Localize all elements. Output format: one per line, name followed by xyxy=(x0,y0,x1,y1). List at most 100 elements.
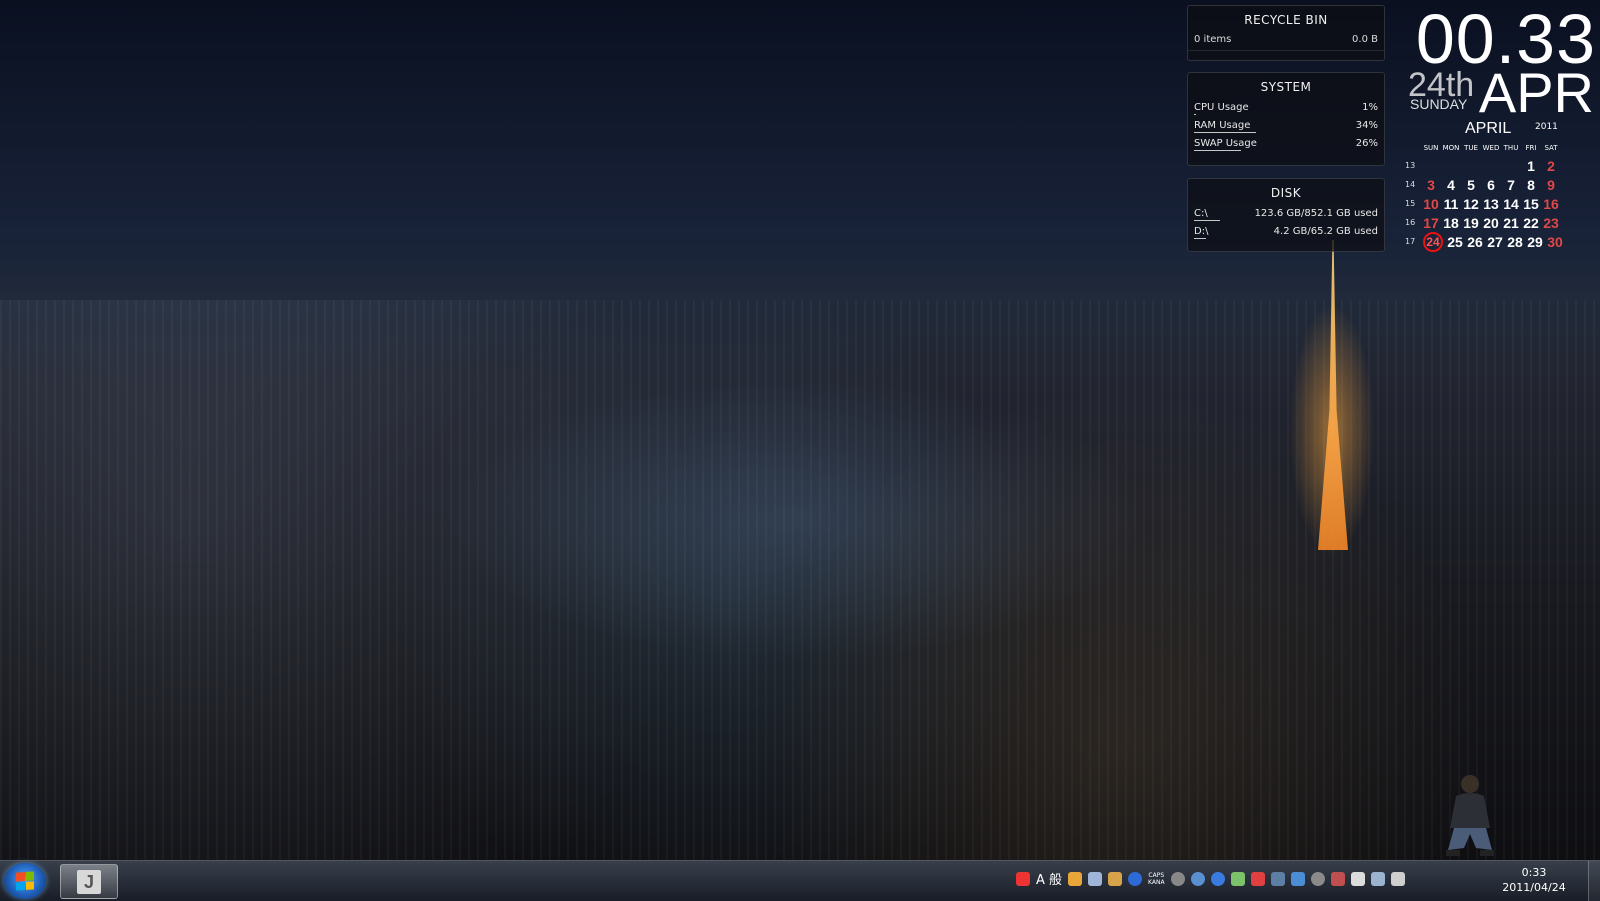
calendar-weekday: TUE xyxy=(1464,144,1478,152)
recycle-bin-size: 0.0 B xyxy=(1352,34,1378,45)
ime-tool-icon[interactable] xyxy=(1068,871,1083,886)
calendar-week-row: 15 10 11 12 13 14 15 16 xyxy=(1405,194,1565,213)
network-signal-icon[interactable] xyxy=(1370,871,1385,886)
usage-bar xyxy=(1194,150,1242,151)
system-title: SYSTEM xyxy=(1260,80,1312,94)
ime-mode-indicator[interactable]: A 般 xyxy=(1036,869,1062,888)
calendar-weekday: WED xyxy=(1482,144,1500,152)
water-drop-icon[interactable] xyxy=(1190,871,1205,886)
help-icon[interactable] xyxy=(1128,871,1143,886)
usage-bar xyxy=(1194,132,1256,133)
disk-row-label: D:\ xyxy=(1194,226,1209,237)
calendar-day: 29 xyxy=(1527,233,1543,250)
system-row-value: 34% xyxy=(1355,120,1378,131)
calendar-day: 18 xyxy=(1443,214,1459,231)
calendar-weekday: SAT xyxy=(1544,144,1558,152)
system-row-value: 1% xyxy=(1362,102,1378,113)
disk-rows: C:\ 123.6 GB/852.1 GB used D:\ 4.2 GB/65.2 … xyxy=(1188,205,1384,241)
taskbar: J A 般 CAPS KANA 0:33 2011/04/24 xyxy=(0,860,1600,901)
recycle-bin-row: 0 items 0.0 B xyxy=(1188,32,1384,51)
system-row: CPU Usage 1% xyxy=(1188,99,1384,117)
calendar-week-number: 17 xyxy=(1405,237,1416,246)
system-row: SWAP Usage 26% xyxy=(1188,135,1384,153)
windows-logo-icon xyxy=(16,871,34,891)
calendar-week-row: 16 17 18 19 20 21 22 23 xyxy=(1405,213,1565,232)
chat-icon[interactable] xyxy=(1210,871,1225,886)
recycle-bin-items: 0 items xyxy=(1194,34,1232,45)
disk-row-label: C:\ xyxy=(1194,208,1208,219)
calendar-day: 8 xyxy=(1527,176,1535,193)
calendar-day: 27 xyxy=(1487,233,1503,250)
cat-icon[interactable] xyxy=(1170,871,1185,886)
system-row-label: SWAP Usage xyxy=(1194,138,1257,149)
calendar-day: 6 xyxy=(1487,176,1495,193)
calendar-week-row: 13 1 2 xyxy=(1405,156,1565,175)
system-row-label: RAM Usage xyxy=(1194,120,1251,131)
taskbar-time: 0:33 xyxy=(1521,866,1547,879)
calendar-day: 19 xyxy=(1463,214,1479,231)
network-tool-icon[interactable] xyxy=(1230,871,1245,886)
calendar-weekday: FRI xyxy=(1525,144,1537,152)
calendar-day: 2 xyxy=(1547,157,1555,174)
disk-usage-bar xyxy=(1194,220,1221,221)
monitor-icon[interactable] xyxy=(1270,871,1285,886)
calendar-week-number: 16 xyxy=(1405,218,1416,227)
calendar-week-number: 15 xyxy=(1405,199,1416,208)
system-widget: SYSTEM CPU Usage 1% RAM Usage 34% SWAP Usage… xyxy=(1187,72,1385,166)
start-button[interactable] xyxy=(4,863,46,899)
calendar-day: 5 xyxy=(1467,176,1475,193)
security-icon[interactable] xyxy=(1330,871,1345,886)
system-rows: CPU Usage 1% RAM Usage 34% SWAP Usage 26% xyxy=(1188,99,1384,153)
disk-widget: DISK C:\ 123.6 GB/852.1 GB used D:\ 4.2 GB/… xyxy=(1187,178,1385,252)
tray-app-icon[interactable] xyxy=(1016,871,1030,886)
calendar-week-row: 14 3 4 5 6 7 8 9 xyxy=(1405,175,1565,194)
taskbar-date: 2011/04/24 xyxy=(1502,881,1566,894)
calendar-day: 9 xyxy=(1547,176,1555,193)
calendar-day: 10 xyxy=(1423,195,1439,212)
calendar-day: 14 xyxy=(1503,195,1519,212)
show-desktop-button[interactable] xyxy=(1588,861,1600,901)
taskbar-pinned-app[interactable]: J xyxy=(60,864,118,899)
ime-pad-icon[interactable] xyxy=(1088,871,1103,886)
app-icon: J xyxy=(77,869,101,894)
action-center-flag-icon[interactable] xyxy=(1350,871,1365,886)
calendar-week-number: 14 xyxy=(1405,180,1416,189)
speaker-red-icon[interactable] xyxy=(1250,871,1265,886)
calendar-day: 1 xyxy=(1527,157,1535,174)
recycle-bin-widget[interactable]: RECYCLE BIN 0 items 0.0 B xyxy=(1187,5,1385,61)
calendar-today: 24 xyxy=(1423,231,1443,252)
calendar-day: 23 xyxy=(1543,214,1559,231)
clock-month: APR xyxy=(1478,61,1594,124)
calendar-day: 11 xyxy=(1443,195,1459,212)
calendar-week-row: 17 24 25 26 27 28 29 30 xyxy=(1405,231,1565,252)
search-icon[interactable] xyxy=(1310,871,1325,886)
calendar-weekday: SUN xyxy=(1423,144,1439,152)
update-icon[interactable] xyxy=(1290,871,1305,886)
system-tray: A 般 CAPS KANA xyxy=(1016,869,1405,888)
calendar-year: 2011 xyxy=(1535,122,1558,132)
ime-dictionary-icon[interactable] xyxy=(1108,871,1123,886)
recycle-bin-title: RECYCLE BIN xyxy=(1244,13,1328,27)
disk-row-value: 123.6 GB/852.1 GB used xyxy=(1254,208,1378,219)
calendar-weekday-header: SUN MON TUE WED THU FRI SAT xyxy=(1421,144,1561,152)
calendar-day: 26 xyxy=(1467,233,1483,250)
calendar-day: 20 xyxy=(1483,214,1499,231)
usage-bar xyxy=(1194,114,1196,115)
calendar-grid: 13 1 2 14 3 4 5 6 7 8 9 15 10 11 12 13 14 15 16 16 17 18 19 20 2… xyxy=(1405,156,1565,252)
disk-title: DISK xyxy=(1270,186,1302,200)
city-lights-background xyxy=(0,300,1600,860)
volume-icon[interactable] xyxy=(1390,871,1405,886)
person-figure xyxy=(1436,770,1504,860)
taskbar-clock[interactable]: 0:33 2011/04/24 xyxy=(1498,865,1570,895)
system-row-label: CPU Usage xyxy=(1194,102,1249,113)
calendar-day: 25 xyxy=(1447,233,1463,250)
system-row-value: 26% xyxy=(1355,138,1378,149)
disk-row: D:\ 4.2 GB/65.2 GB used xyxy=(1188,223,1384,241)
calendar-day: 3 xyxy=(1427,176,1435,193)
calendar-day: 4 xyxy=(1447,176,1455,193)
calendar-month: APRIL xyxy=(1465,120,1512,137)
disk-row: C:\ 123.6 GB/852.1 GB used xyxy=(1188,205,1384,223)
system-row: RAM Usage 34% xyxy=(1188,117,1384,135)
desktop-clock: 00.33 24th SUNDAY APR xyxy=(1396,4,1596,124)
calendar-day: 15 xyxy=(1523,195,1539,212)
